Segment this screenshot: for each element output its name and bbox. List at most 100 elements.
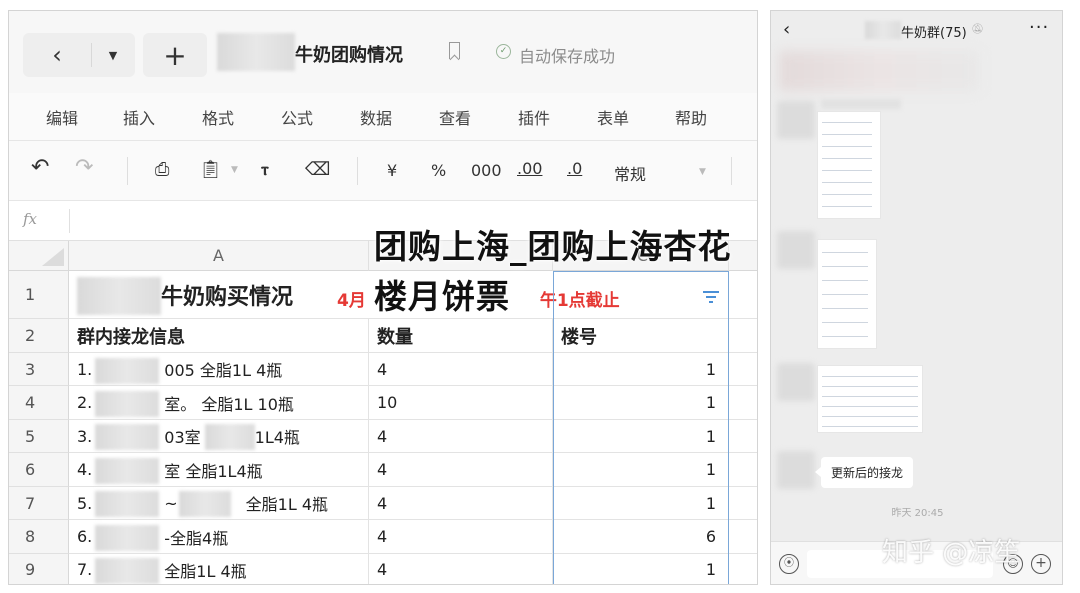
plus-icon[interactable]: + bbox=[1031, 554, 1051, 574]
info-text: 03室 bbox=[164, 428, 201, 447]
header-cell-info[interactable]: 群内接龙信息 bbox=[69, 319, 369, 353]
redacted-text bbox=[95, 391, 159, 417]
thousands-separator-button[interactable]: 000 bbox=[471, 161, 502, 180]
header-cell-building[interactable]: 楼号 bbox=[553, 319, 729, 353]
menu-forms[interactable]: 表单 bbox=[597, 105, 629, 129]
empty-cell[interactable] bbox=[729, 520, 757, 554]
empty-cell[interactable] bbox=[729, 386, 757, 420]
history-dropdown-button[interactable]: ▼ bbox=[93, 33, 133, 77]
new-button[interactable]: + bbox=[143, 33, 207, 77]
row-header-2[interactable]: 2 bbox=[9, 319, 69, 353]
table-row-4-building[interactable]: 1 bbox=[553, 453, 729, 487]
empty-cell[interactable] bbox=[729, 554, 757, 584]
paste-icon[interactable]: 📋︎ bbox=[199, 159, 222, 180]
back-icon[interactable]: ‹ bbox=[783, 19, 790, 40]
menu-insert[interactable]: 插入 bbox=[123, 105, 155, 129]
image-message[interactable] bbox=[817, 111, 881, 219]
table-row-1-building[interactable]: 1 bbox=[553, 353, 729, 386]
divider bbox=[69, 209, 70, 233]
chevron-down-icon[interactable]: ▼ bbox=[699, 167, 706, 177]
info-text: 室 全脂1L4瓶 bbox=[164, 461, 263, 481]
empty-cell[interactable] bbox=[729, 420, 757, 453]
more-icon[interactable]: ··· bbox=[1029, 17, 1049, 38]
row-header-1[interactable]: 1 bbox=[9, 271, 69, 319]
header-cell-quantity[interactable]: 数量 bbox=[369, 319, 553, 353]
image-message[interactable] bbox=[817, 365, 923, 433]
number-format-select[interactable]: 常规 bbox=[614, 161, 646, 185]
group-name: 牛奶群(75) bbox=[901, 26, 967, 41]
increase-decimal-button[interactable]: .00 bbox=[517, 159, 542, 178]
paste-dropdown-icon[interactable]: ▼ bbox=[231, 165, 238, 175]
undo-icon[interactable]: ↶ bbox=[31, 155, 49, 180]
table-row-4-qty[interactable]: 4 bbox=[369, 453, 553, 487]
table-row-2-building[interactable]: 1 bbox=[553, 386, 729, 420]
row-header-8[interactable]: 8 bbox=[9, 520, 69, 554]
percent-format-button[interactable]: % bbox=[431, 161, 446, 180]
table-row-6-building[interactable]: 6 bbox=[553, 520, 729, 554]
table-row-5-qty[interactable]: 4 bbox=[369, 487, 553, 520]
avatar[interactable] bbox=[777, 451, 815, 489]
redacted-text bbox=[95, 525, 159, 551]
table-row-5-building[interactable]: 1 bbox=[553, 487, 729, 520]
empty-cell[interactable] bbox=[729, 453, 757, 487]
deadline-note-start: 4月 bbox=[337, 291, 366, 311]
menu-formula[interactable]: 公式 bbox=[281, 105, 313, 129]
table-row-7-building[interactable]: 1 bbox=[553, 554, 729, 584]
voice-icon[interactable]: ⦿ bbox=[779, 554, 799, 574]
info-text-2: 1L4瓶 bbox=[254, 428, 300, 447]
info-text: -全脂4瓶 bbox=[164, 528, 229, 548]
row-header-9[interactable]: 9 bbox=[9, 554, 69, 584]
row-header-4[interactable]: 4 bbox=[9, 386, 69, 420]
currency-format-button[interactable]: ¥ bbox=[387, 161, 397, 180]
print-icon[interactable]: ⎙ bbox=[155, 159, 169, 180]
row-header-6[interactable]: 6 bbox=[9, 453, 69, 487]
chat-window: ‹ 牛奶群(75) 🔕︎ ··· 更新后的接龙 昨天 20:45 ⦿ ☺ + bbox=[770, 10, 1063, 585]
menu-plugins[interactable]: 插件 bbox=[518, 105, 550, 129]
empty-cell[interactable] bbox=[729, 319, 757, 353]
eraser-icon[interactable]: ⌫ bbox=[305, 159, 330, 180]
chat-bubble[interactable]: 更新后的接龙 bbox=[814, 457, 914, 488]
redo-icon[interactable]: ↷ bbox=[75, 155, 93, 180]
table-row-2-qty[interactable]: 10 bbox=[369, 386, 553, 420]
table-row-6-qty[interactable]: 4 bbox=[369, 520, 553, 554]
row-number: 5. bbox=[77, 493, 93, 513]
menu-format[interactable]: 格式 bbox=[202, 105, 234, 129]
overlay-headline: 团购上海_团购上海杏花楼月饼票 bbox=[374, 227, 732, 316]
row-header-3[interactable]: 3 bbox=[9, 353, 69, 386]
table-row-3-qty[interactable]: 4 bbox=[369, 420, 553, 453]
divider bbox=[357, 157, 358, 185]
table-row-7-qty[interactable]: 4 bbox=[369, 554, 553, 584]
sheet-title: 牛奶购买情况 bbox=[161, 285, 294, 310]
decrease-decimal-button[interactable]: .0 bbox=[567, 159, 582, 178]
format-painter-icon[interactable]: ⲧ bbox=[261, 159, 269, 180]
plus-icon: + bbox=[163, 38, 187, 72]
redacted-text bbox=[95, 424, 159, 450]
menu-help[interactable]: 帮助 bbox=[675, 105, 707, 129]
avatar[interactable] bbox=[777, 231, 815, 269]
document-title[interactable]: 牛奶团购情况 bbox=[295, 41, 403, 67]
table-row-1-qty[interactable]: 4 bbox=[369, 353, 553, 386]
back-button[interactable]: ‹ bbox=[23, 33, 91, 77]
menu-bar: 编辑 插入 格式 公式 数据 查看 插件 表单 帮助 bbox=[9, 93, 757, 141]
row-header-7[interactable]: 7 bbox=[9, 487, 69, 520]
empty-cell[interactable] bbox=[729, 353, 757, 386]
empty-cell[interactable] bbox=[729, 487, 757, 520]
avatar[interactable] bbox=[777, 101, 815, 139]
table-row-3-building[interactable]: 1 bbox=[553, 420, 729, 453]
info-text: 全脂1L 4瓶 bbox=[164, 561, 247, 581]
menu-edit[interactable]: 编辑 bbox=[46, 105, 78, 129]
divider bbox=[127, 157, 128, 185]
row-number: 2. bbox=[77, 393, 93, 412]
avatar[interactable] bbox=[777, 363, 815, 401]
bookmark-icon[interactable] bbox=[449, 42, 460, 59]
column-header-a[interactable]: A bbox=[69, 241, 369, 271]
redacted-text bbox=[179, 491, 231, 517]
info-text: ~ bbox=[164, 493, 178, 513]
redacted-text bbox=[205, 424, 255, 450]
menu-data[interactable]: 数据 bbox=[360, 105, 392, 129]
row-number: 3. bbox=[77, 426, 93, 446]
menu-view[interactable]: 查看 bbox=[439, 105, 471, 129]
select-all-corner[interactable] bbox=[9, 241, 69, 271]
image-message[interactable] bbox=[817, 239, 877, 349]
row-header-5[interactable]: 5 bbox=[9, 420, 69, 453]
